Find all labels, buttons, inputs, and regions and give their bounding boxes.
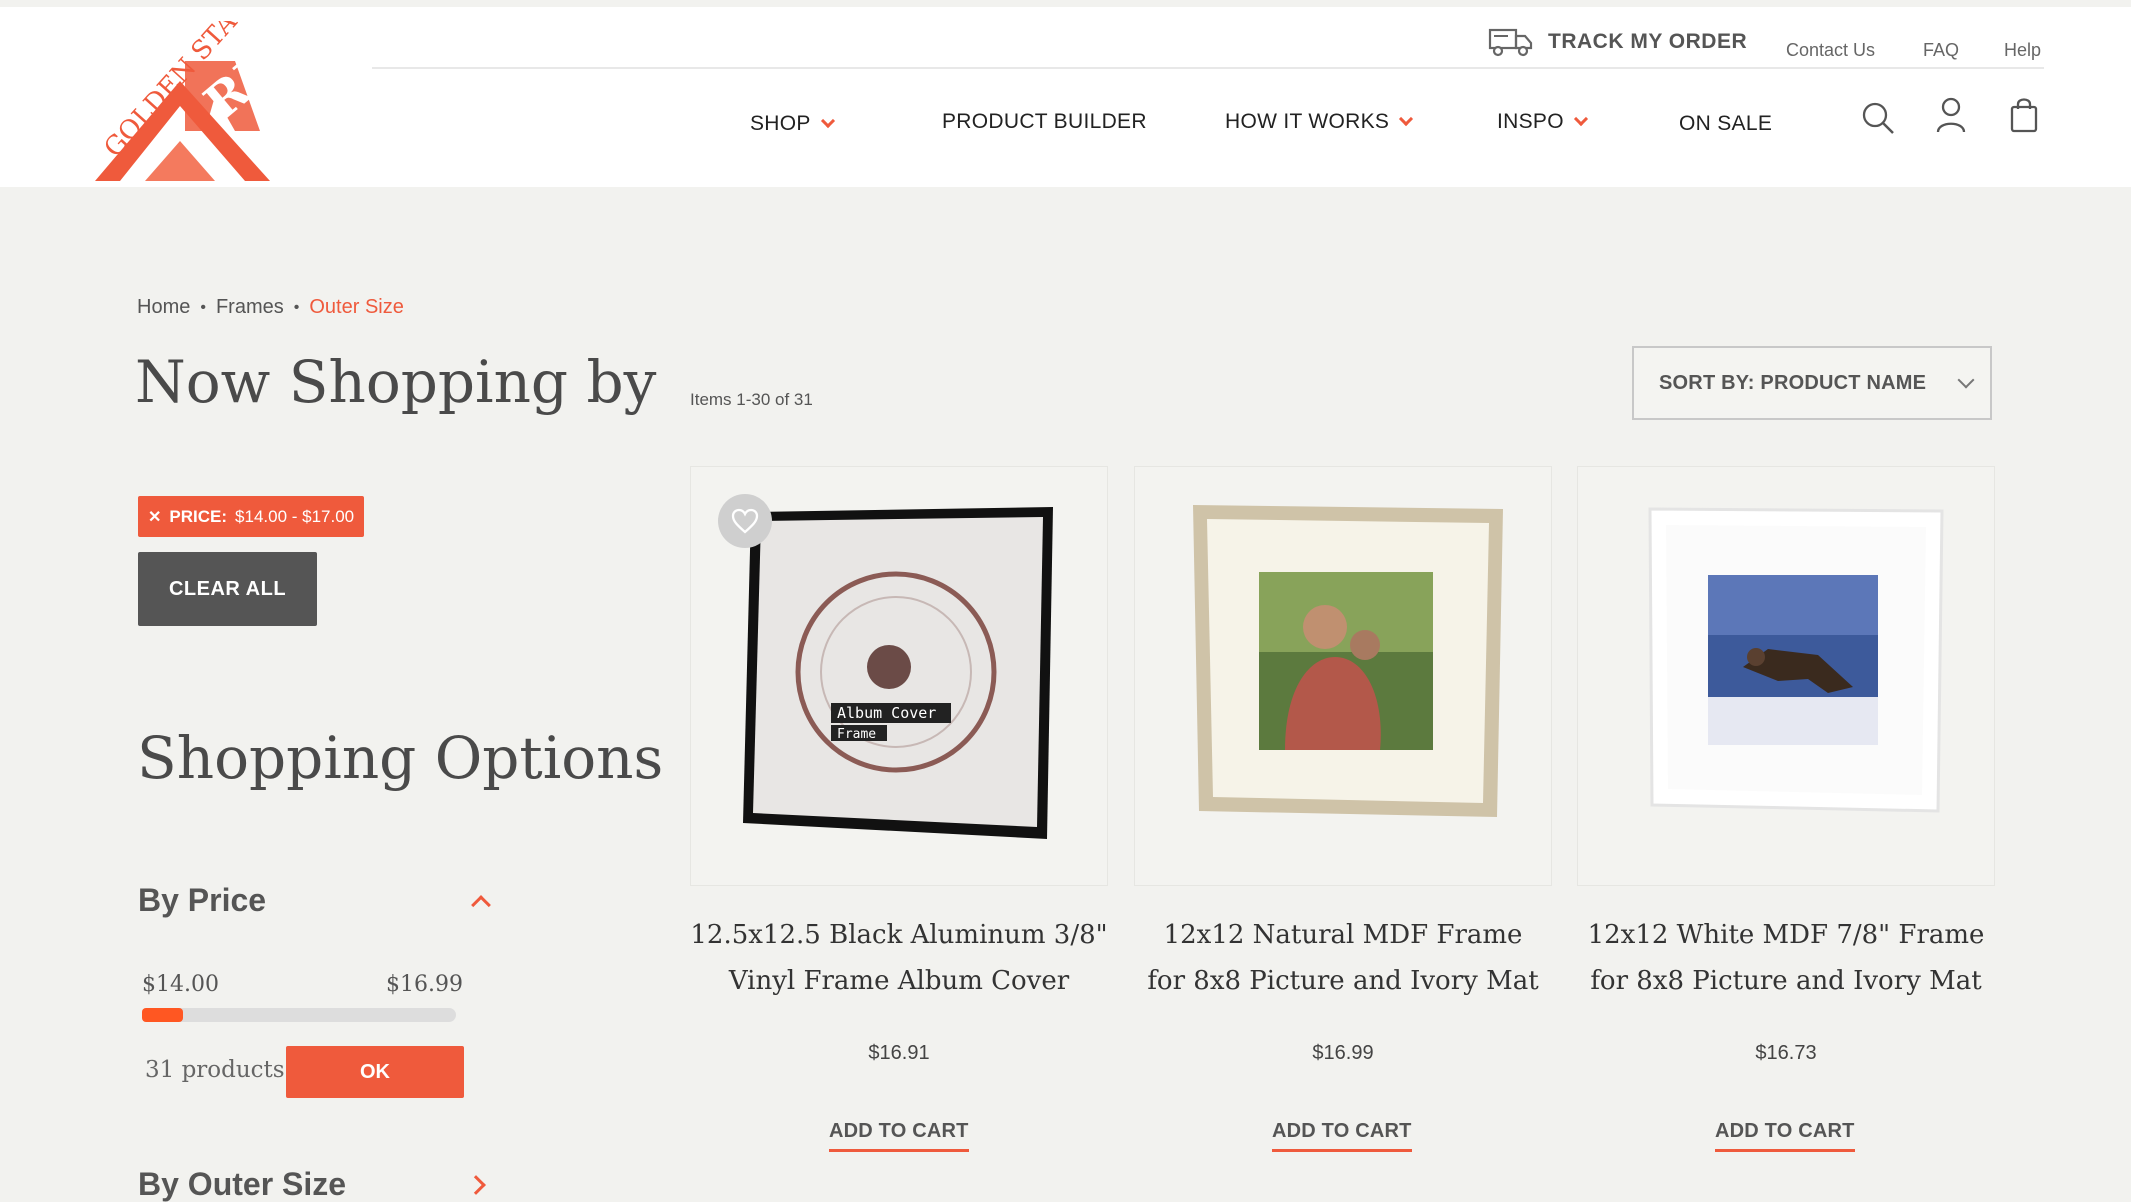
nav-sale-label: ON SALE: [1679, 112, 1773, 135]
price-max-value: $16.99: [386, 972, 463, 997]
product-name-line: Vinyl Frame Album Cover: [728, 966, 1070, 996]
nav-on-sale[interactable]: ON SALE: [1679, 112, 1772, 136]
product-image[interactable]: Album Cover Frame: [690, 466, 1108, 886]
price-min-value: $14.00: [142, 972, 219, 997]
price-slider[interactable]: [142, 1008, 456, 1022]
album-cover-art-text: Album Cover: [837, 704, 936, 722]
account-icon[interactable]: [1936, 97, 1966, 138]
product-name-line: for 8x8 Picture and Ivory Mat: [1147, 966, 1539, 996]
chevron-up-icon[interactable]: [471, 895, 491, 915]
nav-shop-label: SHOP: [750, 112, 811, 135]
product-price: $16.73: [1755, 1042, 1817, 1064]
by-price-heading[interactable]: By Price: [138, 882, 266, 919]
search-icon[interactable]: [1861, 101, 1895, 140]
product-name-line: 12.5x12.5 Black Aluminum 3/8": [690, 920, 1108, 950]
filter-chip-label: PRICE:: [169, 506, 228, 526]
delivery-truck-icon: [1488, 28, 1533, 57]
sort-dropdown[interactable]: SORT BY: PRODUCT NAME: [1632, 346, 1992, 420]
breadcrumb-current: Outer Size: [309, 296, 404, 318]
active-filter-chip[interactable]: ✕ PRICE: $14.00 - $17.00: [138, 496, 365, 537]
clear-all-button[interactable]: CLEAR ALL: [138, 552, 317, 626]
product-name-line: 12x12 Natural MDF Frame: [1163, 920, 1523, 950]
nav-shop[interactable]: SHOP: [750, 112, 835, 136]
product-count: 31 products: [145, 1057, 285, 1083]
remove-filter-icon[interactable]: ✕: [148, 507, 161, 527]
ok-button[interactable]: OK: [286, 1046, 464, 1098]
items-count: Items 1-30 of 31: [690, 390, 813, 409]
product-name[interactable]: 12.5x12.5 Black Aluminum 3/8" Vinyl Fram…: [690, 912, 1108, 1004]
cart-bag-icon[interactable]: [2010, 97, 2038, 138]
nav-inspo-label: INSPO: [1497, 110, 1564, 133]
price-slider-range[interactable]: [142, 1008, 183, 1022]
wishlist-heart-icon[interactable]: [718, 494, 772, 548]
breadcrumb-frames[interactable]: Frames: [216, 296, 284, 319]
site-header: GOLDEN STATE RI TRACK MY ORDER Contact U…: [0, 0, 2131, 187]
product-price: $16.91: [868, 1042, 930, 1064]
breadcrumb-separator: •: [200, 298, 206, 316]
product-name[interactable]: 12x12 Natural MDF Frame for 8x8 Picture …: [1134, 912, 1552, 1004]
product-image[interactable]: [1577, 466, 1995, 886]
add-to-cart-button[interactable]: ADD TO CART: [1272, 1120, 1412, 1152]
shopping-options-title: Shopping Options: [137, 724, 664, 792]
now-shopping-title: Now Shopping by: [135, 348, 657, 416]
add-to-cart-button[interactable]: ADD TO CART: [1715, 1120, 1855, 1152]
product-name-line: for 8x8 Picture and Ivory Mat: [1590, 966, 1982, 996]
nav-builder-label: PRODUCT BUILDER: [942, 110, 1147, 133]
chevron-down-icon: [1957, 371, 1975, 389]
faq-link[interactable]: FAQ: [1923, 40, 1959, 61]
by-outer-size-heading[interactable]: By Outer Size: [138, 1166, 346, 1202]
sort-label: SORT BY: PRODUCT NAME: [1659, 371, 1927, 394]
product-image[interactable]: [1134, 466, 1552, 886]
album-frame-art-text: Frame: [837, 727, 876, 742]
filter-chip-range: $14.00 - $17.00: [235, 506, 355, 526]
nav-inspo[interactable]: INSPO: [1497, 110, 1588, 134]
brand-logo[interactable]: GOLDEN STATE RI: [85, 0, 285, 181]
breadcrumb-separator: •: [293, 298, 300, 316]
nav-product-builder[interactable]: PRODUCT BUILDER: [942, 110, 1147, 134]
contact-link[interactable]: Contact Us: [1786, 40, 1875, 61]
chevron-down-icon: [820, 113, 835, 129]
add-to-cart-button[interactable]: ADD TO CART: [829, 1120, 969, 1152]
breadcrumb: Home • Frames • Outer Size: [137, 296, 404, 319]
chevron-down-icon: [1573, 111, 1588, 127]
product-name-line: 12x12 White MDF 7/8" Frame: [1587, 920, 1985, 950]
help-link[interactable]: Help: [2004, 40, 2041, 61]
track-order-label: TRACK MY ORDER: [1548, 30, 1748, 53]
track-order-link[interactable]: TRACK MY ORDER: [1488, 27, 1747, 57]
nav-how-label: HOW IT WORKS: [1225, 110, 1390, 133]
product-name[interactable]: 12x12 White MDF 7/8" Frame for 8x8 Pictu…: [1577, 912, 1995, 1004]
chevron-down-icon: [1399, 111, 1414, 127]
header-divider: [372, 67, 2044, 69]
chevron-right-icon[interactable]: [466, 1175, 486, 1195]
breadcrumb-home[interactable]: Home: [137, 296, 190, 319]
product-price: $16.99: [1312, 1042, 1374, 1064]
nav-how-it-works[interactable]: HOW IT WORKS: [1225, 110, 1414, 134]
